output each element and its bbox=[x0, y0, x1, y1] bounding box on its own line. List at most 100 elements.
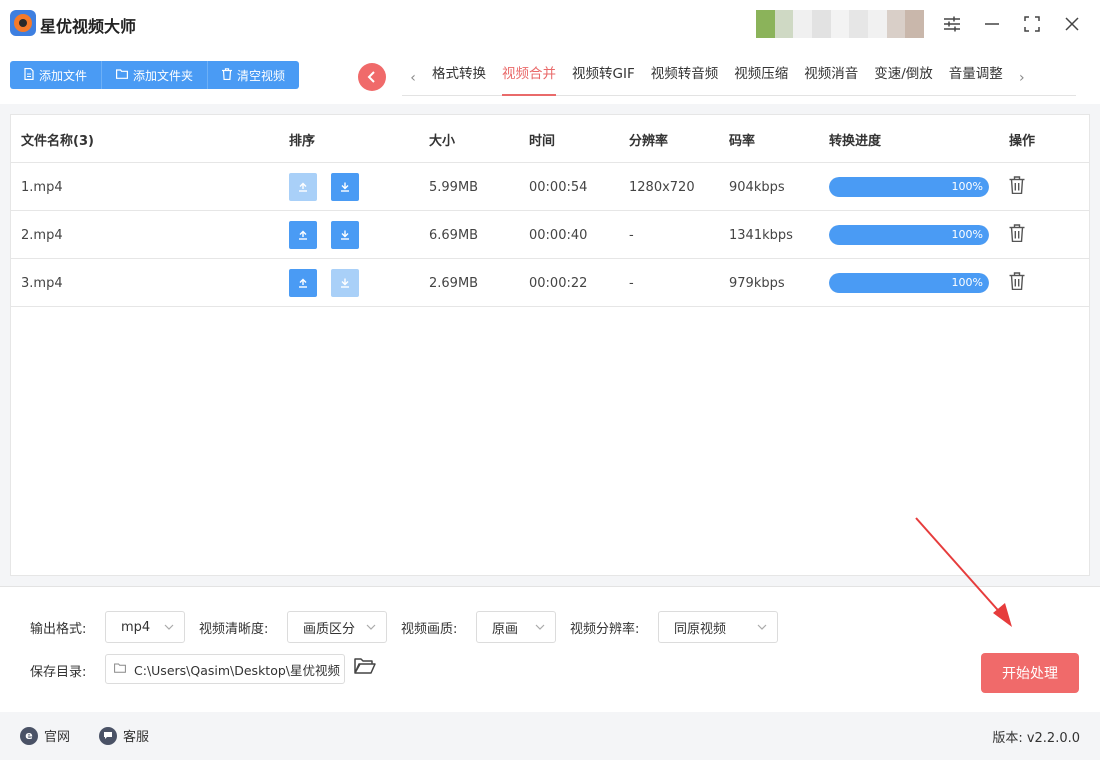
quality-select[interactable]: 原画 bbox=[476, 611, 556, 643]
save-dir-value: C:\Users\Qasim\Desktop\星优视频 bbox=[134, 662, 340, 678]
progress-label: 100% bbox=[951, 180, 983, 193]
folder-outline-icon bbox=[114, 662, 126, 676]
header-progress: 转换进度 bbox=[829, 133, 882, 149]
feature-tabs: ‹ 格式转换 视频合并 视频转GIF 视频转音频 视频压缩 视频消音 变速/倒放… bbox=[402, 60, 1076, 96]
delete-trash-icon[interactable] bbox=[1009, 224, 1025, 246]
move-down-button[interactable] bbox=[331, 173, 359, 201]
title-bar: 星优视频大师 bbox=[0, 0, 1100, 48]
header-bitrate: 码率 bbox=[729, 133, 756, 149]
progress-label: 100% bbox=[951, 228, 983, 241]
table-row: 1.mp4 5.99MB 00:00:54 1280x720 904kbps 1… bbox=[11, 163, 1089, 211]
output-format-select[interactable]: mp4 bbox=[105, 611, 185, 643]
file-icon bbox=[24, 67, 34, 83]
tab-format-convert[interactable]: 格式转换 bbox=[424, 60, 494, 96]
file-resolution: - bbox=[629, 275, 634, 291]
website-link[interactable]: e 官网 bbox=[20, 726, 70, 745]
tab-video-compress[interactable]: 视频压缩 bbox=[726, 60, 796, 96]
progress-bar: 100% bbox=[829, 273, 989, 293]
file-resolution: - bbox=[629, 227, 634, 243]
quality-value: 原画 bbox=[492, 621, 519, 637]
header-action: 操作 bbox=[1009, 133, 1036, 149]
file-name: 2.mp4 bbox=[21, 227, 63, 243]
file-size: 2.69MB bbox=[429, 275, 479, 291]
output-format-value: mp4 bbox=[121, 619, 151, 635]
chevron-down-icon bbox=[164, 622, 174, 633]
file-duration: 00:00:40 bbox=[529, 227, 588, 243]
chevron-left-icon bbox=[367, 71, 375, 83]
toolbar: 添加文件 添加文件夹 清空视频 ‹ 格式转换 视频合并 视频转GIF 视频转音频… bbox=[0, 48, 1100, 104]
clear-videos-label: 清空视频 bbox=[237, 68, 286, 83]
upload-arrow-icon bbox=[299, 182, 307, 192]
tab-volume-adjust[interactable]: 音量调整 bbox=[941, 60, 1011, 96]
browser-e-icon: e bbox=[20, 726, 38, 745]
folder-icon bbox=[116, 68, 129, 82]
resolution-select[interactable]: 同原视频 bbox=[658, 611, 778, 643]
table-row: 2.mp4 6.69MB 00:00:40 - 1341kbps 100% bbox=[11, 211, 1089, 259]
chevron-down-icon bbox=[757, 622, 767, 633]
settings-sliders-icon[interactable] bbox=[940, 12, 964, 36]
save-dir-input[interactable]: C:\Users\Qasim\Desktop\星优视频 bbox=[105, 654, 345, 684]
table-row: 3.mp4 2.69MB 00:00:22 - 979kbps 100% bbox=[11, 259, 1089, 307]
file-bitrate: 1341kbps bbox=[729, 227, 793, 243]
download-arrow-icon bbox=[341, 278, 349, 288]
clear-videos-button[interactable]: 清空视频 bbox=[208, 61, 300, 89]
upload-arrow-icon bbox=[299, 278, 307, 288]
file-resolution: 1280x720 bbox=[629, 179, 695, 195]
progress-bar: 100% bbox=[829, 177, 989, 197]
move-up-button[interactable] bbox=[289, 173, 317, 201]
trash-icon bbox=[222, 67, 233, 83]
file-bitrate: 979kbps bbox=[729, 275, 785, 291]
tab-video-merge[interactable]: 视频合并 bbox=[494, 60, 564, 96]
file-name: 3.mp4 bbox=[21, 275, 63, 291]
version-text: 版本: v2.2.0.0 bbox=[992, 731, 1080, 746]
progress-bar: 100% bbox=[829, 225, 989, 245]
start-processing-button[interactable]: 开始处理 bbox=[981, 653, 1079, 693]
file-button-group: 添加文件 添加文件夹 清空视频 bbox=[10, 61, 300, 89]
move-up-button[interactable] bbox=[289, 221, 317, 249]
app-logo-icon bbox=[10, 10, 36, 36]
download-arrow-icon bbox=[341, 230, 349, 240]
tab-scroll-right-icon[interactable]: › bbox=[1011, 70, 1033, 86]
quality-label: 视频画质: bbox=[401, 622, 458, 637]
user-avatar[interactable] bbox=[756, 10, 925, 38]
tab-video-mute[interactable]: 视频消音 bbox=[796, 60, 866, 96]
header-size: 大小 bbox=[429, 133, 456, 149]
tab-video-to-audio[interactable]: 视频转音频 bbox=[643, 60, 727, 96]
delete-trash-icon[interactable] bbox=[1009, 272, 1025, 294]
add-folder-label: 添加文件夹 bbox=[133, 68, 194, 83]
move-down-button[interactable] bbox=[331, 221, 359, 249]
download-arrow-icon bbox=[341, 182, 349, 192]
support-link[interactable]: 客服 bbox=[99, 726, 149, 745]
move-up-button[interactable] bbox=[289, 269, 317, 297]
header-time: 时间 bbox=[529, 133, 556, 149]
header-file-name: 文件名称(3) bbox=[21, 133, 94, 149]
open-folder-icon[interactable] bbox=[354, 657, 378, 681]
minimize-icon[interactable] bbox=[980, 12, 1004, 36]
delete-trash-icon[interactable] bbox=[1009, 176, 1025, 198]
clarity-value: 画质区分 bbox=[303, 621, 356, 637]
file-table: 文件名称(3) 排序 大小 时间 分辨率 码率 转换进度 操作 1.mp4 5.… bbox=[10, 114, 1090, 576]
file-bitrate: 904kbps bbox=[729, 179, 785, 195]
output-settings-panel: 输出格式: mp4 视频清晰度: 画质区分 视频画质: 原画 视频分辨率: 同原… bbox=[0, 586, 1100, 712]
tab-video-to-gif[interactable]: 视频转GIF bbox=[564, 60, 643, 96]
clarity-select[interactable]: 画质区分 bbox=[287, 611, 387, 643]
maximize-icon[interactable] bbox=[1020, 12, 1044, 36]
support-label: 客服 bbox=[123, 730, 150, 745]
website-label: 官网 bbox=[44, 730, 71, 745]
collapse-left-button[interactable] bbox=[358, 63, 386, 91]
close-icon[interactable] bbox=[1060, 12, 1084, 36]
move-down-button[interactable] bbox=[331, 269, 359, 297]
chevron-down-icon bbox=[366, 622, 376, 633]
add-file-button[interactable]: 添加文件 bbox=[10, 61, 103, 89]
chevron-down-icon bbox=[535, 622, 545, 633]
file-size: 6.69MB bbox=[429, 227, 479, 243]
file-size: 5.99MB bbox=[429, 179, 479, 195]
tab-speed-reverse[interactable]: 变速/倒放 bbox=[866, 60, 941, 96]
add-folder-button[interactable]: 添加文件夹 bbox=[102, 61, 209, 89]
header-resolution: 分辨率 bbox=[629, 133, 669, 149]
footer: e 官网 客服 版本: v2.2.0.0 bbox=[0, 712, 1100, 760]
table-header: 文件名称(3) 排序 大小 时间 分辨率 码率 转换进度 操作 bbox=[11, 115, 1089, 163]
tab-scroll-left-icon[interactable]: ‹ bbox=[402, 70, 424, 86]
progress-label: 100% bbox=[951, 276, 983, 289]
resolution-value: 同原视频 bbox=[674, 621, 727, 637]
